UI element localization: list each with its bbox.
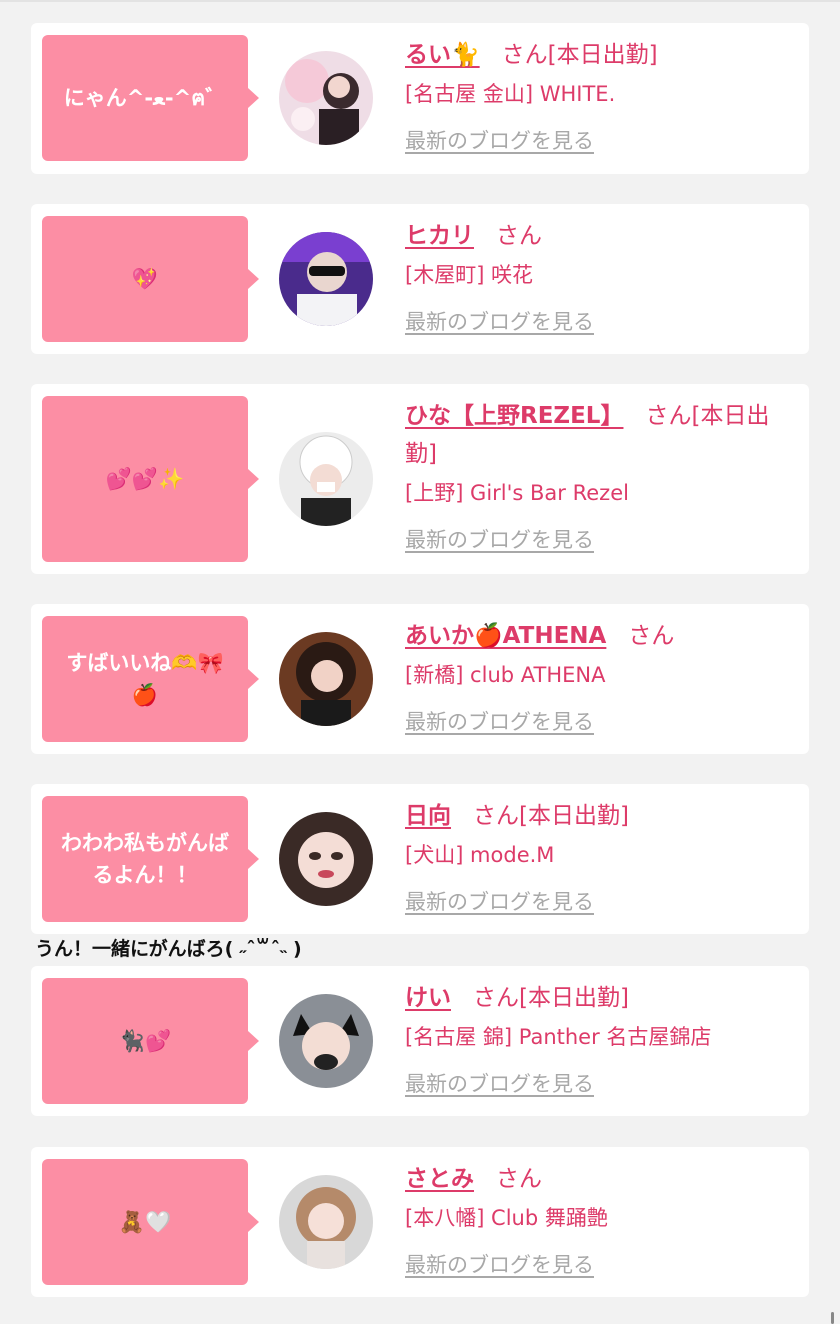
avatar[interactable]	[279, 1175, 373, 1269]
honorific: さん	[473, 803, 519, 829]
user-card: 💖 ヒカリ さん [木屋町] 咲花 最新のブログを見る	[31, 204, 809, 354]
shop-name: [新橋] club ATHENA	[405, 663, 606, 687]
shop-name: [上野] Girl's Bar Rezel	[405, 481, 629, 505]
comment-bubble: わわわ私もがんばるよん！！	[42, 796, 259, 922]
user-card: 🐈‍⬛💕 けい さん[本日出勤] [名古屋 錦] Panther 名古屋錦店 最新…	[31, 966, 809, 1116]
honorific: さん	[496, 1166, 542, 1192]
reply-text: うん！一緒にがんばろ( ˶ˆ꒳ˆ˵ )	[35, 938, 302, 960]
status-badge: [本日出勤]	[547, 42, 658, 68]
avatar[interactable]	[279, 51, 373, 145]
blog-link[interactable]: 最新のブログを見る	[405, 126, 594, 156]
user-name-link[interactable]: ヒカリ	[405, 223, 474, 249]
shop-name: [犬山] mode.M	[405, 843, 555, 867]
user-name-link[interactable]: けい	[405, 985, 451, 1011]
user-card: 💕💕✨ ひな【上野REZEL】 さん[本日出勤] [上野] Girl's Bar …	[31, 384, 809, 574]
blog-link[interactable]: 最新のブログを見る	[405, 307, 594, 337]
blog-link[interactable]: 最新のブログを見る	[405, 1250, 594, 1280]
shop-name: [名古屋 金山] WHITE.	[405, 82, 616, 106]
shop-name: [本八幡] Club 舞踊艶	[405, 1206, 608, 1230]
comment-bubble: 🐈‍⬛💕	[42, 978, 259, 1104]
blog-link[interactable]: 最新のブログを見る	[405, 887, 594, 917]
status-badge: [本日出勤]	[519, 803, 629, 829]
comment-bubble: 🧸🤍	[42, 1159, 259, 1285]
avatar[interactable]	[279, 432, 373, 526]
blog-link[interactable]: 最新のブログを見る	[405, 1069, 594, 1099]
comment-bubble: 💖	[42, 216, 259, 342]
scrollbar[interactable]	[831, 1312, 834, 1324]
blog-link[interactable]: 最新のブログを見る	[405, 525, 594, 555]
honorific: さん	[496, 223, 542, 249]
honorific: さん	[473, 985, 519, 1011]
honorific: さん	[501, 42, 548, 68]
honorific: さん	[645, 403, 692, 429]
user-card: にゃん^-ﻌ-^ฅ゛ るい🐈 さん[本日出勤] [名古屋 金山] WHITE. 最…	[31, 23, 809, 174]
avatar[interactable]	[279, 632, 373, 726]
shop-name: [名古屋 錦] Panther 名古屋錦店	[405, 1025, 712, 1049]
user-card: わわわ私もがんばるよん！！ 日向 さん[本日出勤] [犬山] mode.M 最新の…	[31, 784, 809, 934]
comment-bubble: 💕💕✨	[42, 396, 259, 562]
avatar[interactable]	[279, 232, 373, 326]
user-name-link[interactable]: 日向	[405, 803, 451, 829]
comment-bubble: にゃん^-ﻌ-^ฅ゛	[42, 35, 259, 161]
user-card: すばいいね🫶🎀🍎 あいか🍎ATHENA さん [新橋] club ATHENA 最…	[31, 604, 809, 754]
avatar[interactable]	[279, 812, 373, 906]
user-card: 🧸🤍 さとみ さん [本八幡] Club 舞踊艶 最新のブログを見る	[31, 1147, 809, 1297]
blog-link[interactable]: 最新のブログを見る	[405, 707, 594, 737]
user-name-link[interactable]: ひな【上野REZEL】	[405, 403, 623, 429]
user-name-link[interactable]: さとみ	[405, 1166, 474, 1192]
user-name-link[interactable]: るい🐈	[405, 42, 480, 68]
status-badge: [本日出勤]	[519, 985, 629, 1011]
avatar[interactable]	[279, 994, 373, 1088]
user-name-link[interactable]: あいか🍎ATHENA	[405, 623, 606, 649]
honorific: さん	[628, 623, 675, 649]
comment-bubble: すばいいね🫶🎀🍎	[42, 616, 259, 742]
shop-name: [木屋町] 咲花	[405, 263, 534, 287]
